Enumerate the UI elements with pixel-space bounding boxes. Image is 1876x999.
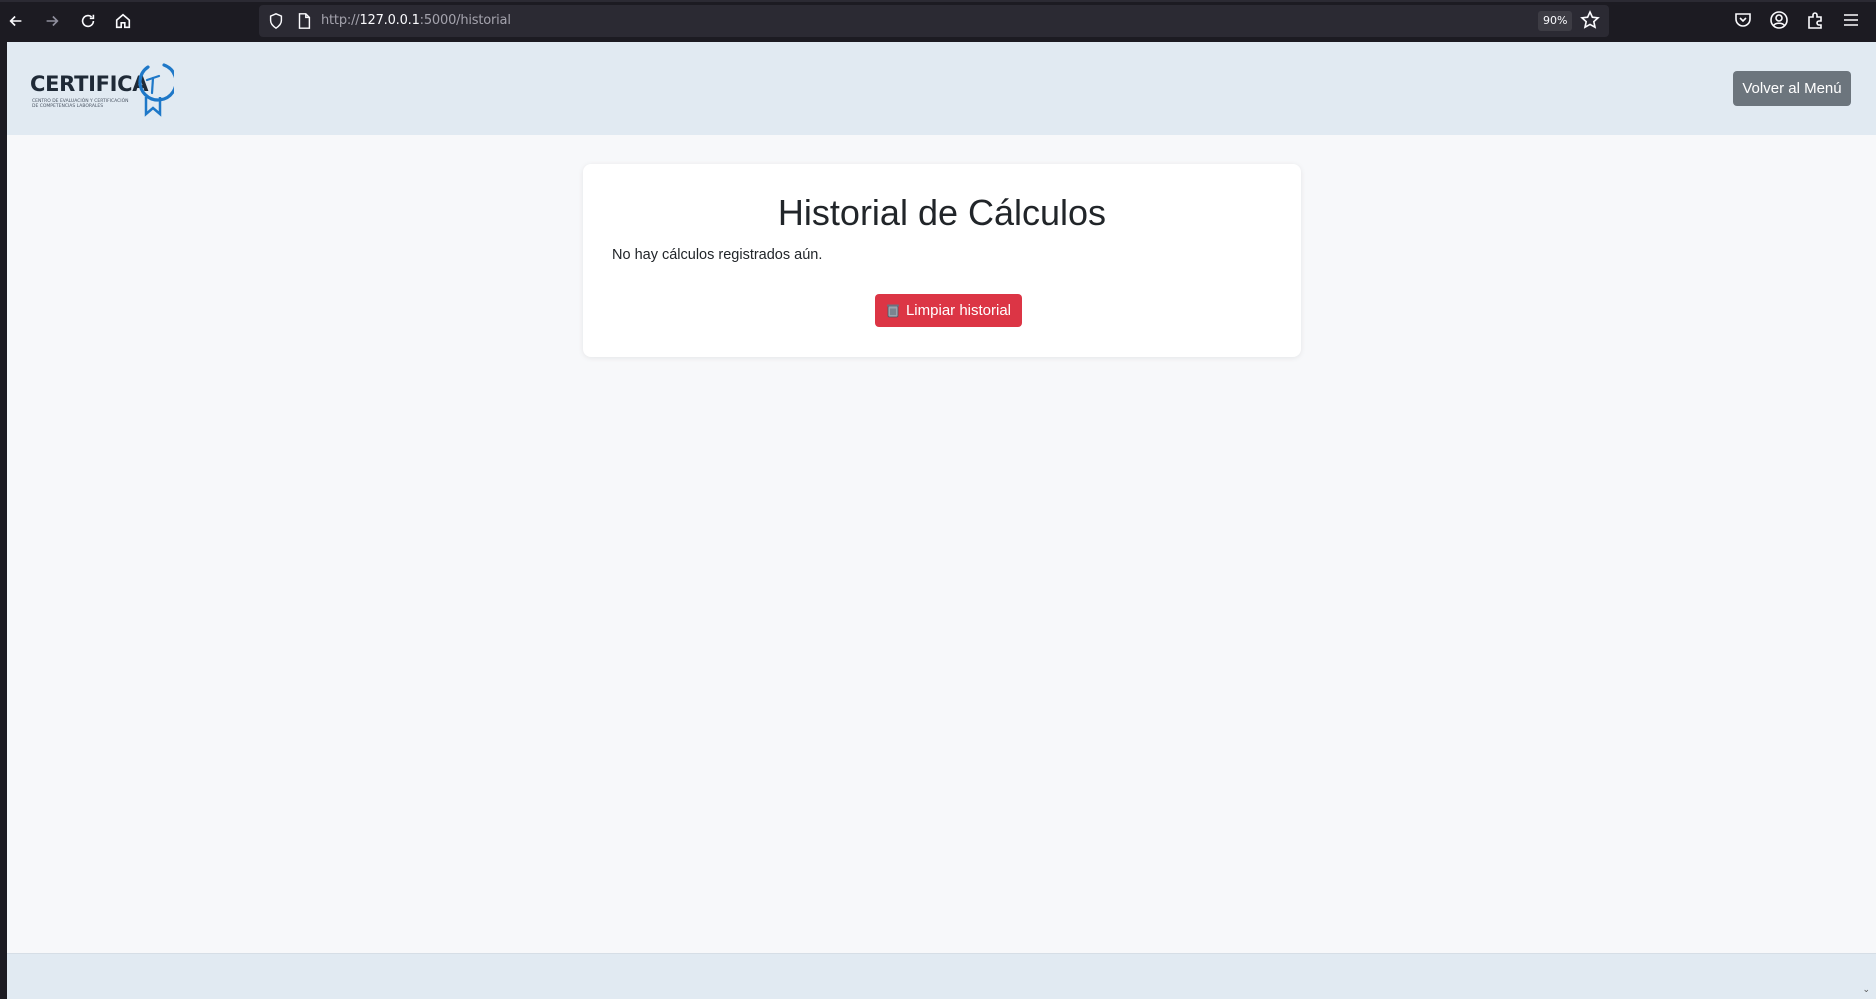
empty-history-message: No hay cálculos registrados aún. bbox=[612, 247, 823, 263]
clear-history-button[interactable]: Limpiar historial bbox=[875, 294, 1022, 327]
scroll-down-icon[interactable]: ⌄ bbox=[1862, 984, 1870, 995]
url-host: 127.0.0.1 bbox=[359, 13, 420, 28]
page-viewport: CERTIFICA CENTRO DE EVALUACIÓN Y CERTIFI… bbox=[7, 42, 1876, 999]
site-header: CERTIFICA CENTRO DE EVALUACIÓN Y CERTIFI… bbox=[7, 42, 1876, 135]
back-to-menu-button[interactable]: Volver al Menú bbox=[1733, 71, 1851, 106]
trash-icon bbox=[886, 304, 899, 318]
url-path: :5000/historial bbox=[419, 13, 511, 28]
site-footer bbox=[7, 953, 1876, 999]
hamburger-menu-icon[interactable] bbox=[1841, 10, 1861, 30]
url-text[interactable]: http://127.0.0.1:5000/historial bbox=[321, 13, 511, 28]
account-icon[interactable] bbox=[1769, 10, 1789, 30]
shield-icon[interactable] bbox=[267, 12, 285, 30]
browser-toolbar: http://127.0.0.1:5000/historial 90% bbox=[0, 0, 1876, 42]
url-scheme: http:// bbox=[321, 13, 360, 28]
zoom-level-badge[interactable]: 90% bbox=[1538, 11, 1573, 31]
pocket-icon[interactable] bbox=[1733, 10, 1753, 30]
address-bar[interactable]: http://127.0.0.1:5000/historial bbox=[259, 5, 1609, 37]
home-icon[interactable] bbox=[108, 6, 138, 36]
reload-icon[interactable] bbox=[73, 6, 103, 36]
extensions-icon[interactable] bbox=[1805, 10, 1825, 30]
history-card: Historial de Cálculos No hay cálculos re… bbox=[583, 164, 1301, 357]
logo-wordmark: CERTIFICA bbox=[30, 72, 149, 96]
logo-tagline: CENTRO DE EVALUACIÓN Y CERTIFICACIÓN DE … bbox=[32, 99, 129, 109]
page-title: Historial de Cálculos bbox=[777, 192, 1107, 233]
certifica-logo[interactable]: CERTIFICA CENTRO DE EVALUACIÓN Y CERTIFI… bbox=[30, 59, 175, 121]
forward-arrow-icon[interactable] bbox=[37, 6, 67, 36]
back-arrow-icon[interactable] bbox=[1, 6, 31, 36]
logo-emblem-icon bbox=[138, 63, 174, 117]
star-icon[interactable] bbox=[1580, 10, 1600, 30]
toolbar-divider bbox=[0, 0, 1876, 2]
clear-history-label: Limpiar historial bbox=[905, 302, 1012, 319]
page-icon[interactable] bbox=[295, 12, 313, 30]
